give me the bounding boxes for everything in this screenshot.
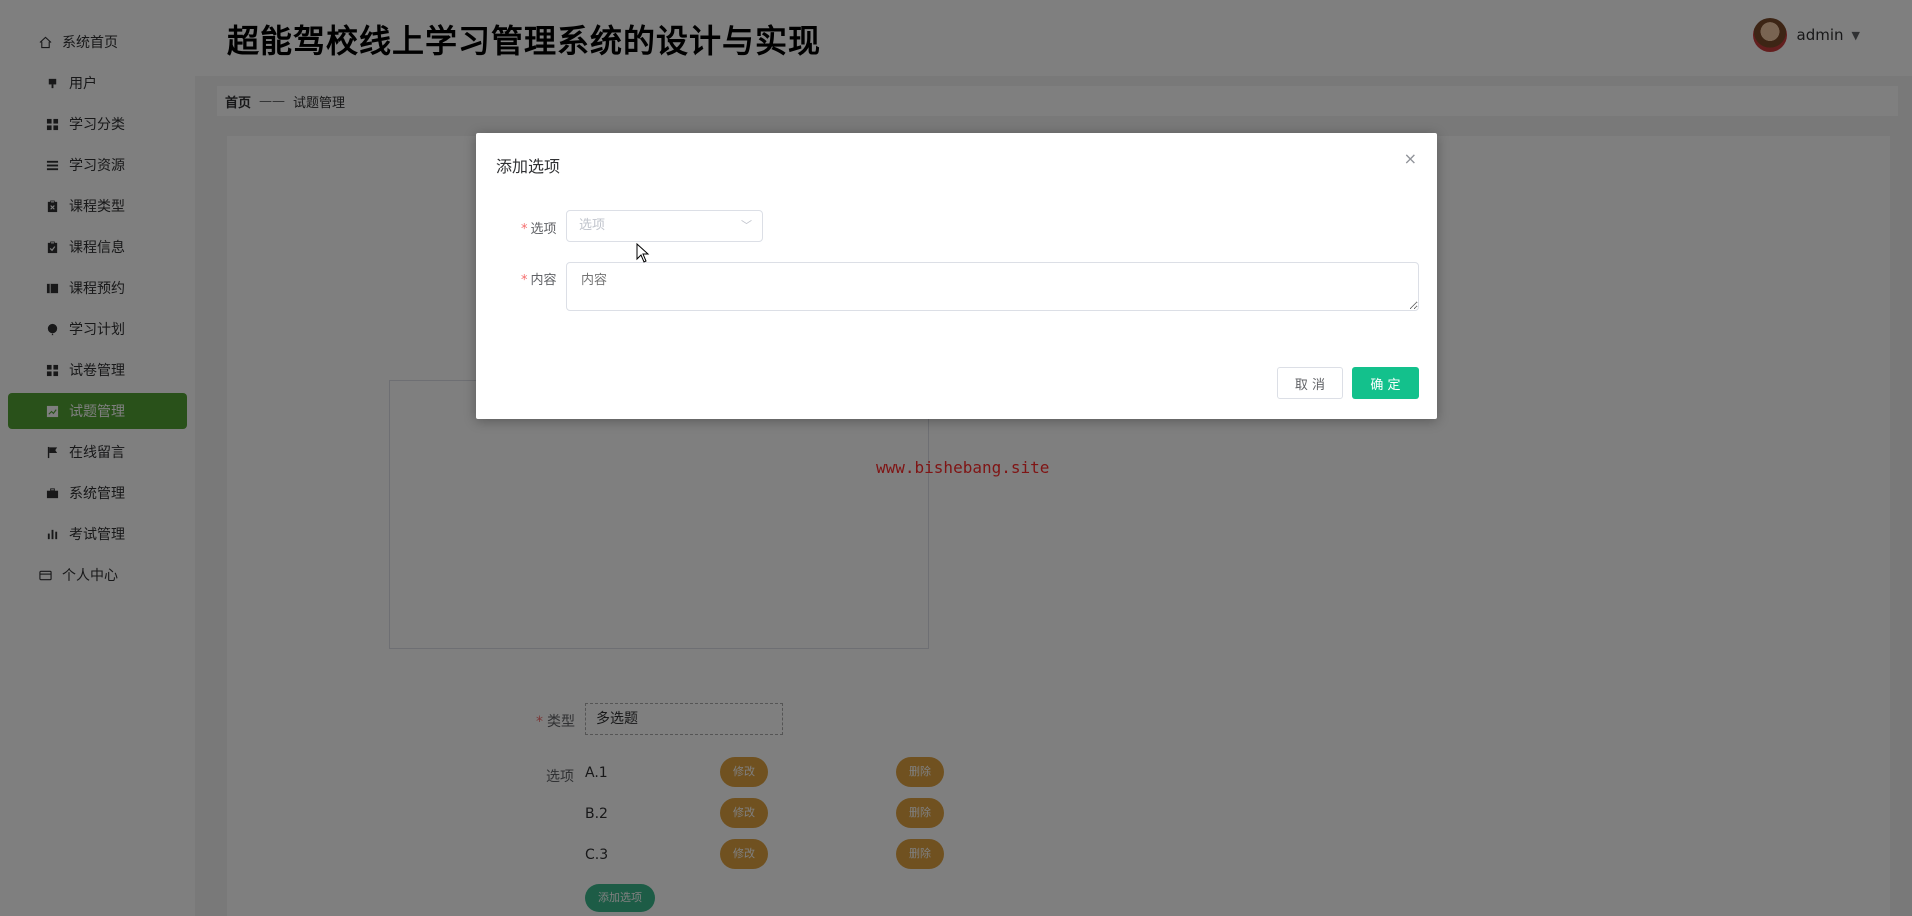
option-field-label: * 选项 bbox=[521, 222, 557, 237]
option-select[interactable]: 选项 ﹀ bbox=[566, 210, 763, 242]
content-field-label: * 内容 bbox=[521, 273, 557, 288]
dialog-title: 添加选项 bbox=[496, 157, 561, 176]
content-textarea[interactable] bbox=[566, 262, 1419, 311]
confirm-button[interactable]: 确 定 bbox=[1352, 367, 1419, 399]
chevron-down-icon: ﹀ bbox=[741, 219, 752, 232]
option-select-placeholder: 选项 bbox=[579, 218, 606, 233]
close-icon[interactable]: × bbox=[1404, 149, 1417, 168]
mouse-cursor-icon bbox=[636, 243, 650, 263]
add-option-dialog: 添加选项 × *选项 选项 ﹀ *内容 取 消 确 定 bbox=[476, 133, 1437, 419]
cancel-button[interactable]: 取 消 bbox=[1277, 367, 1343, 399]
